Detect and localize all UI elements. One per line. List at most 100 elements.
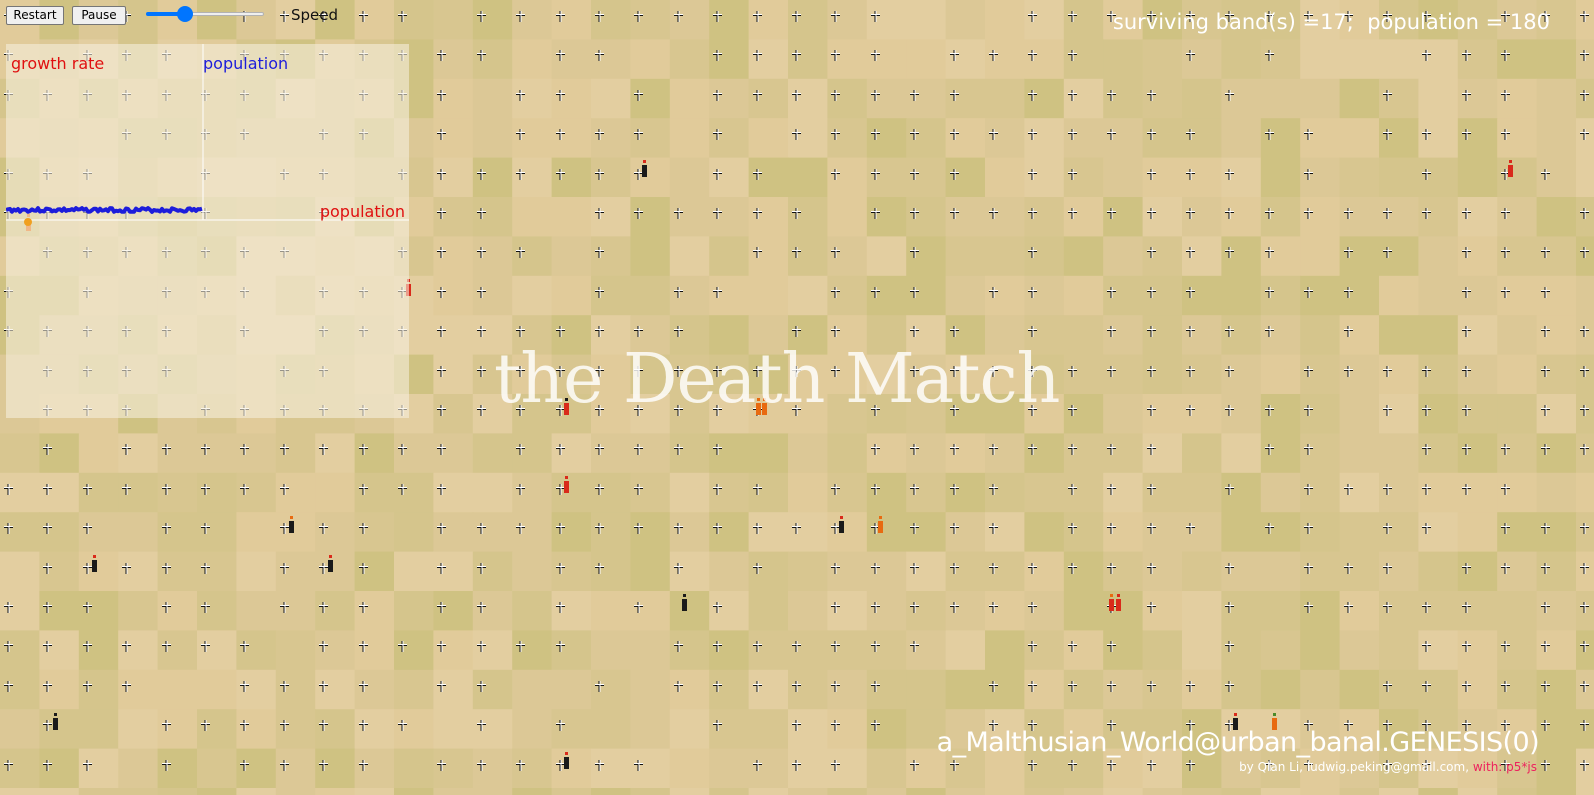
cross-icon (634, 125, 643, 140)
cross-icon (1462, 637, 1471, 652)
cross-icon (1580, 7, 1589, 22)
cross-icon (1344, 283, 1353, 298)
cross-icon (989, 677, 998, 692)
cross-icon (1383, 519, 1392, 534)
cross-icon (792, 243, 801, 258)
cross-icon (477, 598, 486, 613)
cross-icon (398, 716, 407, 731)
cross-icon (1107, 559, 1116, 574)
cross-icon (910, 519, 919, 534)
cross-icon (1462, 440, 1471, 455)
person-icon (838, 516, 845, 537)
cross-icon (437, 598, 446, 613)
cross-icon (83, 637, 92, 652)
cross-icon (713, 637, 722, 652)
cross-icon (1580, 677, 1589, 692)
cross-icon (634, 322, 643, 337)
cross-icon (43, 440, 52, 455)
cross-icon (1068, 204, 1077, 219)
cross-icon (1344, 480, 1353, 495)
cross-icon (950, 322, 959, 337)
cross-icon (1383, 598, 1392, 613)
cross-icon (753, 86, 762, 101)
cross-icon (1422, 46, 1431, 61)
person-icon (1108, 594, 1115, 615)
cross-icon (359, 637, 368, 652)
cross-icon (1147, 243, 1156, 258)
cross-icon (950, 86, 959, 101)
cross-icon (792, 519, 801, 534)
cross-icon (437, 322, 446, 337)
cross-icon (1422, 677, 1431, 692)
cross-icon (4, 519, 13, 534)
restart-button[interactable]: Restart (6, 6, 64, 25)
cross-icon (1068, 401, 1077, 416)
cross-icon (1186, 165, 1195, 180)
person-icon (563, 752, 570, 773)
cross-icon (477, 637, 486, 652)
cross-icon (1304, 519, 1313, 534)
cross-icon (437, 677, 446, 692)
cross-icon (437, 243, 446, 258)
cross-icon (319, 637, 328, 652)
cross-icon (201, 559, 210, 574)
cross-icon (359, 480, 368, 495)
cross-icon (280, 677, 289, 692)
cross-icon (753, 243, 762, 258)
credit-line: by Qian Li, ludwig.peking@gmail.com, wit… (1239, 760, 1537, 774)
cross-icon (43, 559, 52, 574)
cross-icon (1383, 86, 1392, 101)
cross-icon (1028, 7, 1037, 22)
cross-icon (437, 86, 446, 101)
cross-icon (674, 283, 683, 298)
person-icon (681, 594, 688, 615)
cross-icon (4, 637, 13, 652)
speed-slider[interactable] (146, 6, 264, 22)
cross-icon (1580, 637, 1589, 652)
cross-icon (1304, 204, 1313, 219)
cross-icon (792, 86, 801, 101)
cross-icon (1186, 401, 1195, 416)
cross-icon (516, 440, 525, 455)
cross-icon (1147, 283, 1156, 298)
cross-icon (1225, 598, 1234, 613)
cross-icon (910, 440, 919, 455)
cross-icon (162, 559, 171, 574)
cross-icon (437, 204, 446, 219)
cross-icon (1383, 716, 1392, 731)
cross-icon (871, 559, 880, 574)
cross-icon (713, 283, 722, 298)
cross-icon (398, 440, 407, 455)
cross-icon (1344, 598, 1353, 613)
cross-icon (1147, 322, 1156, 337)
cross-icon (831, 716, 840, 731)
pause-button[interactable]: Pause (72, 6, 126, 25)
cross-icon (674, 519, 683, 534)
cross-icon (753, 519, 762, 534)
cross-icon (1028, 165, 1037, 180)
cross-icon (1462, 322, 1471, 337)
speed-slider-thumb[interactable] (176, 6, 193, 22)
cross-icon (831, 243, 840, 258)
cross-icon (162, 637, 171, 652)
cross-icon (1304, 440, 1313, 455)
graph-panel: growth rate population population (6, 44, 409, 418)
cross-icon (1068, 362, 1077, 377)
cross-icon (1383, 401, 1392, 416)
cross-icon (1225, 637, 1234, 652)
cross-icon (792, 637, 801, 652)
cross-icon (556, 598, 565, 613)
cross-icon (437, 165, 446, 180)
cross-icon (1422, 401, 1431, 416)
cross-icon (1028, 637, 1037, 652)
cross-icon (43, 598, 52, 613)
cross-icon (1028, 440, 1037, 455)
cross-icon (477, 165, 486, 180)
cross-icon (595, 46, 604, 61)
cross-icon (910, 598, 919, 613)
cross-icon (280, 440, 289, 455)
cross-icon (910, 559, 919, 574)
cross-icon (122, 440, 131, 455)
cross-icon (1580, 243, 1589, 258)
game-canvas[interactable]: growth rate population population the De… (0, 0, 1594, 795)
